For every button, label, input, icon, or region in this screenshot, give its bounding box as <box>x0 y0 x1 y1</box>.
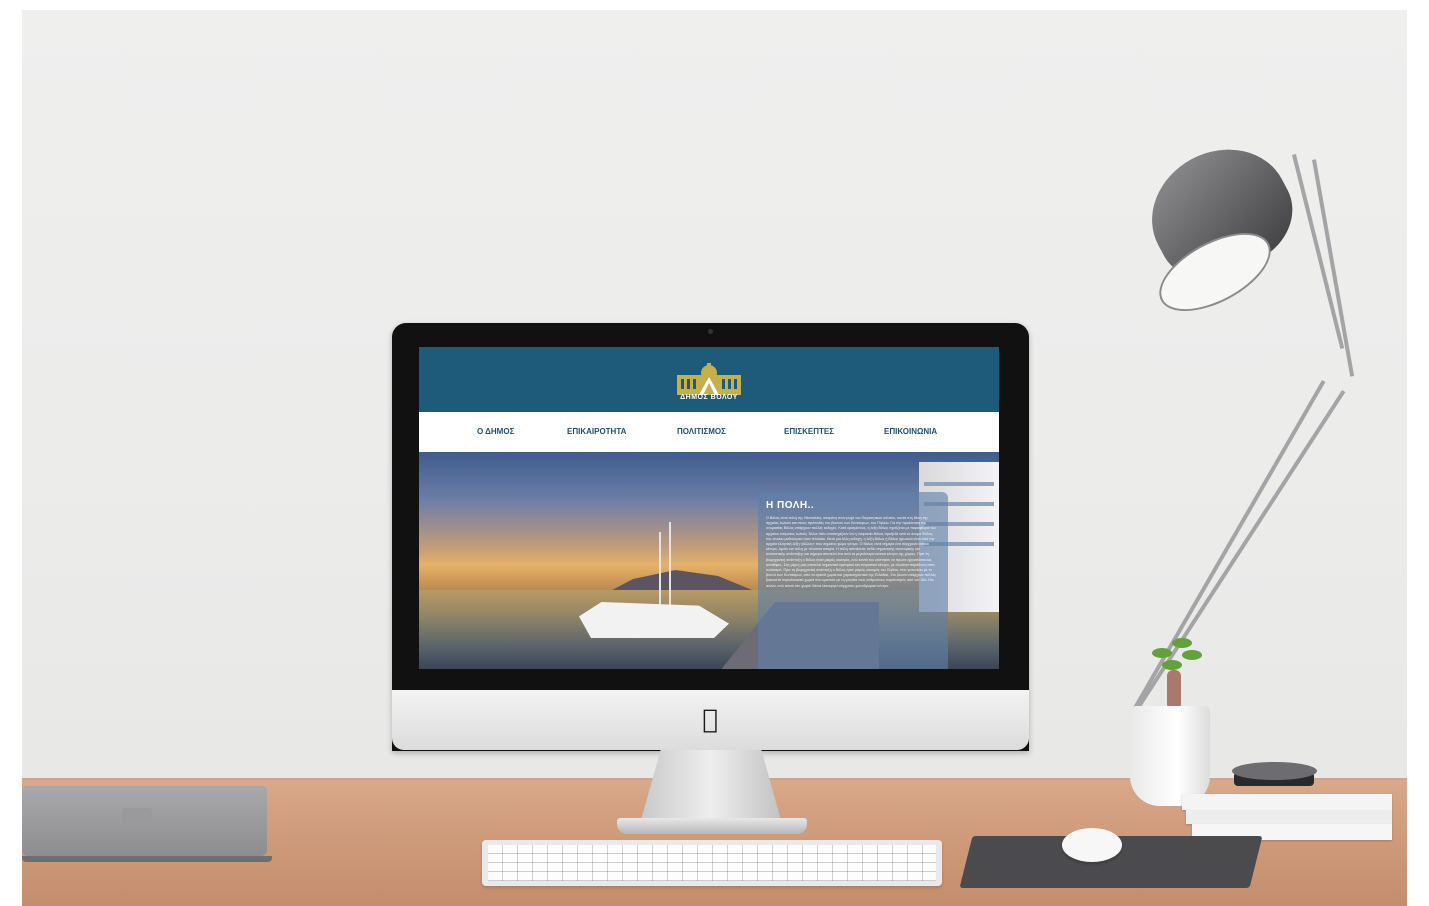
website-screen: ΔΗΜΟΣ ΒΟΛΟΥ Ο ΔΗΜΟΣ ΕΠΙΚΑΙΡΟΤΗΤΑ ΠΟΛΙΤΙΣ… <box>419 347 999 669</box>
laptop-edge <box>22 856 272 862</box>
apple-logo-icon:  <box>699 707 721 733</box>
keyboard <box>482 840 942 886</box>
site-logo-text[interactable]: ΔΗΜΟΣ ΒΟΛΟΥ <box>659 394 759 401</box>
nav-item-epikoinonia[interactable]: ΕΠΙΚΟΙΝΩΝΙΑ <box>884 427 937 436</box>
info-panel-body: Ο Βόλος είναι πόλη της Θεσσαλίας, κτισμέ… <box>766 516 936 588</box>
yacht-mast <box>669 522 671 612</box>
plant-pot <box>1130 706 1210 806</box>
building-window-row <box>924 482 994 486</box>
plant-leaf <box>1162 660 1182 670</box>
nav-item-politismos[interactable]: ΠΟΛΙΤΙΣΜΟΣ <box>677 427 726 436</box>
lamp-arm <box>1132 380 1326 712</box>
info-panel-title: Η ΠΟΛΗ.. <box>766 500 815 511</box>
imac-stand <box>641 750 781 820</box>
laptop-logo <box>122 808 152 822</box>
lamp-base <box>1232 762 1317 780</box>
yacht-mast <box>659 532 661 612</box>
plant-leaf <box>1172 638 1192 648</box>
book <box>1182 794 1392 810</box>
plant-leaf <box>1182 650 1202 660</box>
city-info-panel: Η ΠΟΛΗ.. Ο Βόλος είναι πόλη της Θεσσαλία… <box>758 492 948 669</box>
plant-leaf <box>1152 648 1172 658</box>
closed-laptop <box>22 786 267 856</box>
mouse <box>1062 828 1122 862</box>
main-navbar: Ο ΔΗΜΟΣ ΕΠΙΚΑΙΡΟΤΗΤΑ ΠΟΛΙΤΙΣΜΟΣ ΕΠΙΣΚΕΠΤ… <box>419 412 999 452</box>
nav-item-episkeptes[interactable]: ΕΠΙΣΚΕΠΤΕΣ <box>784 427 834 436</box>
book <box>1186 810 1392 824</box>
town-hall-logo-icon[interactable] <box>675 363 743 395</box>
nav-item-o-dimos[interactable]: Ο ΔΗΜΟΣ <box>477 427 514 436</box>
desk-scene:  ΔΗΜΟΣ ΒΟΛΟΥ Ο ΔΗΜΟΣ ΕΠΙΚΑΙΡΟΤΗΤΑ <box>22 10 1407 906</box>
plant-trunk <box>1167 670 1181 710</box>
site-header: ΔΗΜΟΣ ΒΟΛΟΥ <box>419 347 999 412</box>
nav-item-epikairotita[interactable]: ΕΠΙΚΑΙΡΟΤΗΤΑ <box>567 427 626 436</box>
lamp-arm <box>1312 159 1355 377</box>
hero-harbor-photo: Η ΠΟΛΗ.. Ο Βόλος είναι πόλη της Θεσσαλία… <box>419 452 999 669</box>
keyboard-keys <box>488 845 936 881</box>
camera-icon <box>708 329 713 334</box>
imac-stand-base <box>617 818 807 834</box>
